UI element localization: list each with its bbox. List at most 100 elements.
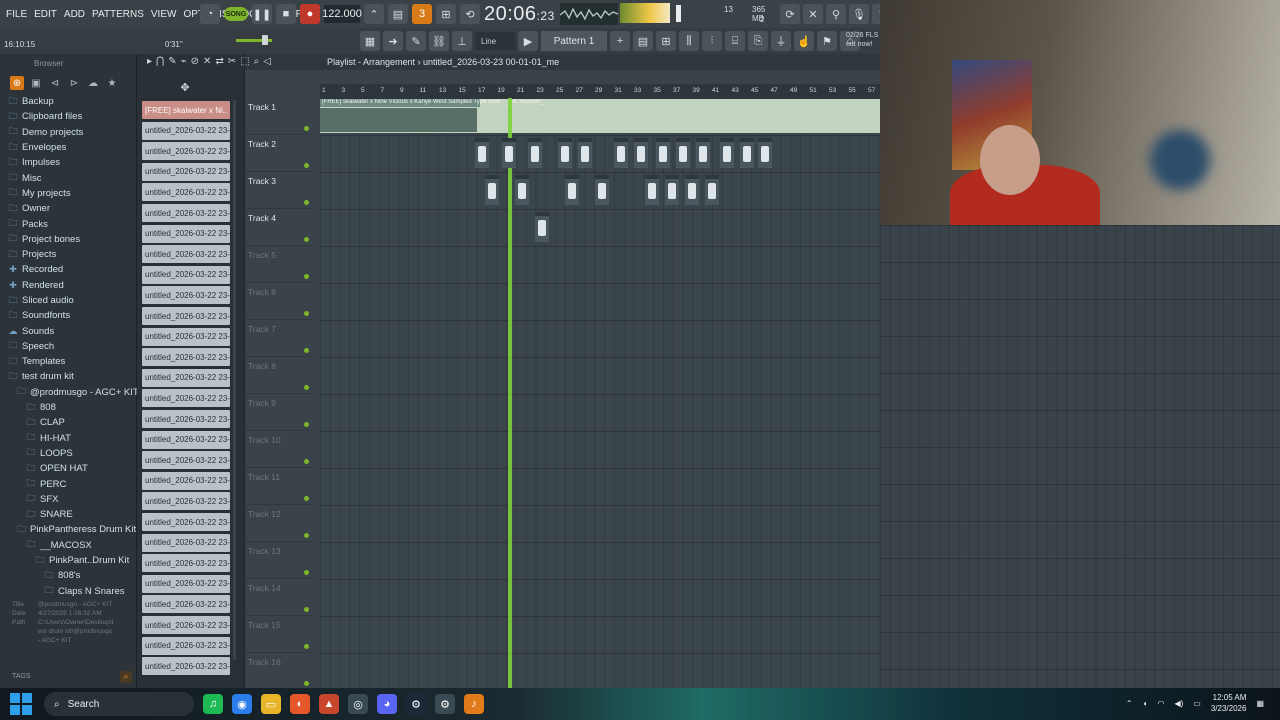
sample-clip[interactable] — [740, 138, 754, 168]
picker-move-icon[interactable]: ✥ — [175, 80, 195, 94]
tray-chevron-icon[interactable]: ⌃ — [1126, 699, 1133, 708]
browser-item[interactable]: 🗀 HI-HAT — [0, 431, 136, 446]
taskbar-search[interactable]: ⌕ Search — [44, 692, 194, 716]
track-mute-led[interactable] — [304, 644, 309, 649]
pattern-select[interactable]: Pattern 1 — [541, 31, 607, 51]
track-header[interactable]: Track 12 — [245, 505, 315, 542]
arrangement-grid-extension[interactable] — [880, 225, 1280, 688]
playlist-mute-icon[interactable]: ✕ — [203, 56, 211, 67]
browser-project-icon[interactable]: ▣ — [29, 76, 43, 90]
browser-item[interactable]: 🗀 Impulses — [0, 155, 136, 170]
picker-clip[interactable]: untitled_2026-03-22 23- — [142, 183, 230, 202]
link-icon[interactable]: ⚲ — [826, 4, 846, 24]
picker-clip[interactable]: untitled_2026-03-22 23- — [142, 636, 230, 655]
track-header[interactable]: Track 13 — [245, 542, 315, 579]
browser-item[interactable]: 🗀 SFX — [0, 492, 136, 507]
sample-clip[interactable] — [528, 138, 542, 168]
sample-clip[interactable] — [535, 212, 549, 242]
track-mute-led[interactable] — [304, 533, 309, 538]
browser-item[interactable]: 🗀 Claps N Snares — [0, 584, 136, 599]
news-panel[interactable]: 02/26 FLS out now! — [846, 31, 878, 49]
browser-plugins-icon[interactable]: ⊲ — [48, 76, 62, 90]
track-mute-led[interactable] — [304, 496, 309, 501]
wifi-icon[interactable]: ◠ — [1157, 699, 1164, 708]
browser-item[interactable]: ✚ Rendered — [0, 278, 136, 293]
picker-clip[interactable]: untitled_2026-03-22 23- — [142, 554, 230, 573]
browser-item[interactable]: 🗀 @prodmusgo - AGC+ KIT — [0, 385, 139, 400]
playlist-select-icon[interactable]: ⬚ — [240, 56, 249, 67]
sample-clip[interactable] — [665, 175, 679, 205]
track-mute-led[interactable] — [304, 348, 309, 353]
mic-icon[interactable]: 🎙 — [849, 4, 869, 24]
mixer-icon[interactable]: ⫼ — [679, 31, 699, 51]
oscilloscope[interactable] — [560, 3, 618, 25]
sample-clip[interactable] — [515, 175, 529, 205]
picker-clip[interactable]: untitled_2026-03-22 23- — [142, 410, 230, 428]
track-header[interactable]: Track 10 — [245, 431, 315, 468]
undo-history-icon[interactable]: ⟳ — [780, 4, 800, 24]
obs-icon[interactable]: ◎ — [348, 694, 368, 714]
picker-clip[interactable]: untitled_2026-03-22 23- — [142, 657, 230, 676]
mixer-faders-icon[interactable]: ⫶ — [702, 31, 722, 51]
pattern-arrow-icon[interactable]: ▶ — [518, 31, 538, 51]
wait-input-icon[interactable]: ▤ — [388, 4, 408, 24]
track-mute-led[interactable] — [304, 459, 309, 464]
browser-cloud-icon[interactable]: ☁ — [86, 76, 100, 90]
taskbar-clock[interactable]: 12:05 AM 3/23/2026 — [1211, 692, 1247, 714]
track-header[interactable]: Track 16 — [245, 653, 315, 690]
browser-item[interactable]: 🗀 OPEN HAT — [0, 461, 136, 476]
browser-item[interactable]: 🗀 PERC — [0, 476, 136, 491]
playlist-icon[interactable]: ▤ — [633, 31, 653, 51]
playlist-delete-icon[interactable]: ⊘ — [191, 56, 199, 67]
browser-item[interactable]: 🗀 SNARE — [0, 507, 136, 522]
picker-scrollbar[interactable] — [233, 100, 236, 660]
playlist-menu-icon[interactable]: ▸ — [147, 56, 152, 67]
arrangement-grid[interactable]: [FREE] skaiwater x Nine Vicious x Kanye … — [320, 98, 880, 688]
track-header[interactable]: Track 7 — [245, 320, 315, 357]
picker-clip[interactable]: untitled_2026-03-22 23- — [142, 204, 230, 222]
picker-clip[interactable]: untitled_2026-03-22 23- — [142, 492, 230, 511]
picker-clip[interactable]: untitled_2026-03-22 23- — [142, 142, 230, 161]
sample-clip[interactable] — [676, 138, 690, 168]
sample-clip[interactable] — [614, 138, 628, 168]
browser-item[interactable]: 🗀 PinkPantheress Drum Kit — [0, 522, 136, 537]
add-pattern-icon[interactable]: + — [610, 31, 630, 51]
playlist-draw-icon[interactable]: ✎ — [168, 56, 176, 67]
picker-clip[interactable]: untitled_2026-03-22 23- — [142, 533, 230, 552]
browser-app-icon[interactable]: ◐ — [290, 694, 310, 714]
track-header[interactable]: Track 6 — [245, 283, 315, 320]
settings-icon[interactable]: ⚙ — [435, 694, 455, 714]
browser-item[interactable]: 🗀 Misc — [0, 170, 136, 185]
picker-clip[interactable]: untitled_2026-03-22 23- — [142, 121, 230, 140]
track-mute-led[interactable] — [304, 607, 309, 612]
track-mute-led[interactable] — [304, 570, 309, 575]
track-mute-led[interactable] — [304, 163, 309, 168]
menu-add[interactable]: ADD — [64, 9, 85, 20]
sample-clip[interactable] — [758, 138, 772, 168]
tray-mic-icon[interactable]: ◖ — [1143, 699, 1148, 708]
metronome-icon[interactable]: ⌃ — [364, 4, 384, 24]
browser-item[interactable]: 🗀 808 — [0, 400, 136, 415]
tempo-display[interactable]: 122.000 — [322, 5, 362, 23]
playlist-paint-icon[interactable]: ⌁ — [181, 56, 187, 67]
sample-clip[interactable] — [475, 138, 489, 168]
browser-item[interactable]: 🗀 Owner — [0, 201, 136, 216]
browser-item[interactable]: 🗀 Backup — [0, 94, 136, 109]
timeline-ruler[interactable]: 1 3 5 7 9 11 13 15 17 19 21 23 25 27 29 31 33 35 37 39 41 43 4… — [320, 84, 880, 98]
track-header[interactable]: Track 3 — [245, 172, 315, 209]
arrow-icon[interactable]: ➜ — [383, 31, 403, 51]
picker-clip[interactable]: untitled_2026-03-22 23- — [142, 286, 230, 305]
picker-clip[interactable]: untitled_2026-03-22 23- — [142, 307, 230, 325]
browser-item[interactable]: ✚ Recorded — [0, 262, 136, 277]
tag-search-icon[interactable]: ⌕ — [120, 671, 132, 683]
playlist-slip-icon[interactable]: ⇄ — [215, 56, 223, 67]
picker-clip-audio[interactable]: [FREE] skaiwater x Ni.. — [142, 101, 230, 119]
picker-clip[interactable]: untitled_2026-03-22 23- — [142, 430, 230, 449]
sample-clip[interactable] — [578, 138, 592, 168]
track-mute-led[interactable] — [304, 311, 309, 316]
track-mute-led[interactable] — [304, 200, 309, 205]
track-header[interactable]: Track 11 — [245, 468, 315, 505]
tools-icon[interactable]: ✕ — [803, 4, 823, 24]
browser-item[interactable]: 🗀 Clipboard files — [0, 109, 136, 124]
picker-clip[interactable]: untitled_2026-03-22 23- — [142, 451, 230, 470]
